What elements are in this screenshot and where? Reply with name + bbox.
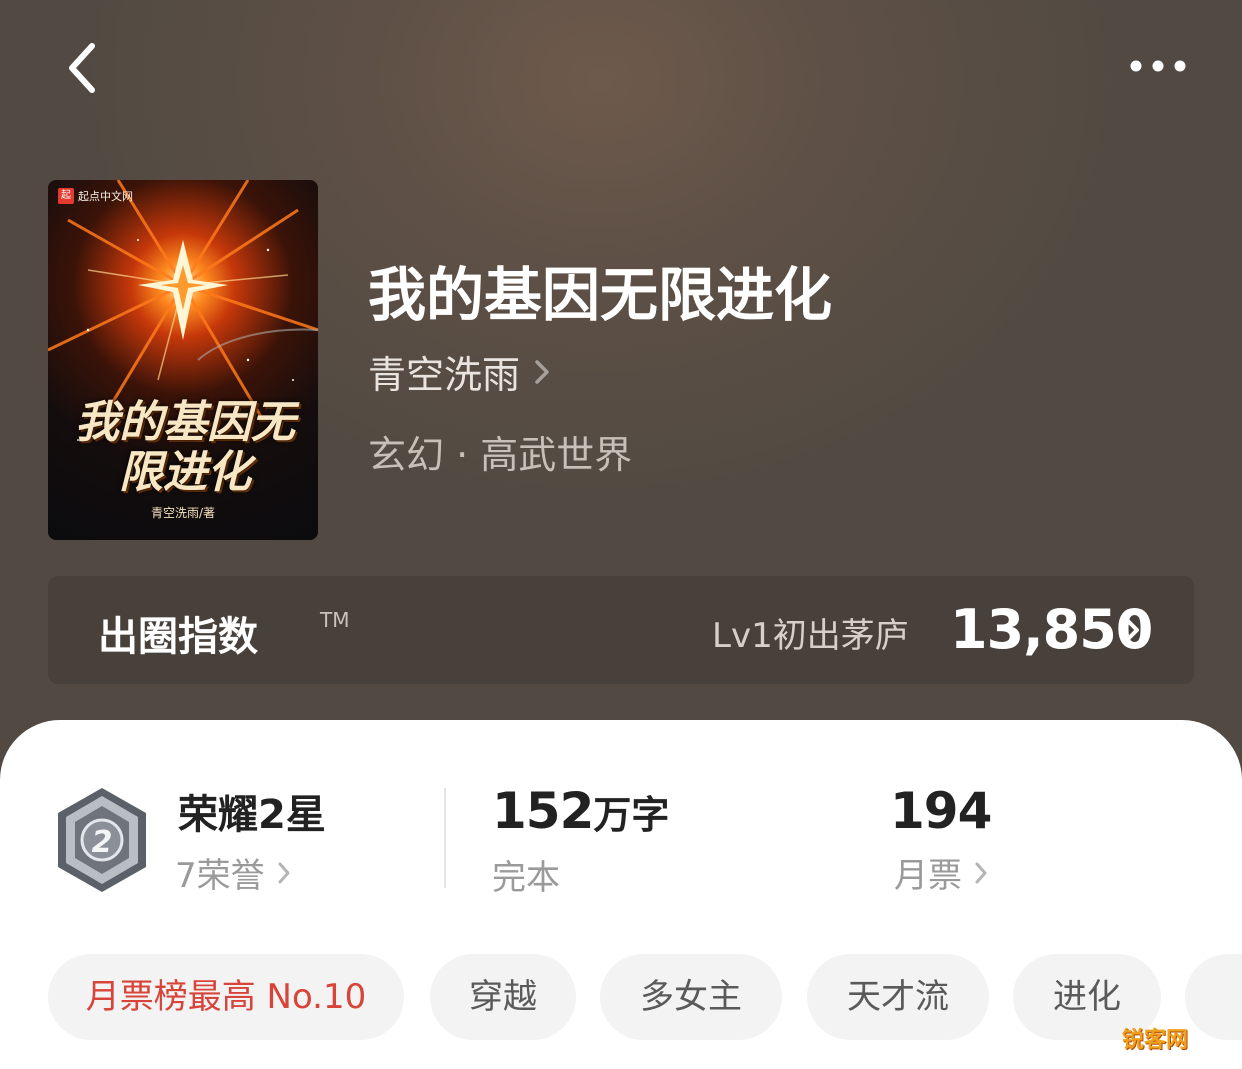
top-bar	[0, 0, 1242, 130]
more-dots-icon	[1130, 60, 1186, 72]
medal-number: 2	[92, 825, 113, 860]
cover-brand: 起 起点中文网	[58, 188, 133, 204]
cover-author: 青空洗雨/著	[150, 506, 216, 520]
author-name: 青空洗雨	[368, 353, 521, 397]
chevron-right-icon	[535, 359, 549, 384]
monthly-tickets-label: 月票	[894, 856, 962, 896]
honor-link[interactable]: 7荣誉	[175, 848, 291, 897]
word-count-number: 152	[492, 782, 594, 840]
honor-title: 荣耀2星	[178, 792, 326, 838]
stats-divider	[444, 788, 446, 888]
author-link[interactable]: 青空洗雨	[368, 344, 550, 399]
chevron-right-icon	[975, 862, 987, 883]
tag-item[interactable]: 多女主	[600, 954, 782, 1040]
monthly-tickets-count: 194	[890, 782, 992, 840]
completion-status: 完本	[492, 858, 560, 898]
monthly-tickets-link[interactable]: 月票	[894, 848, 988, 897]
trademark-mark: TM	[320, 608, 350, 632]
watermark: 锐客网	[1122, 1028, 1189, 1053]
back-chevron-icon	[69, 43, 95, 93]
index-card[interactable]: 出圈指数 TM Lv1初出茅庐 13,850	[48, 576, 1194, 684]
tag-item[interactable]: 天才流	[807, 954, 989, 1040]
medal-icon: 2	[58, 788, 146, 892]
word-count: 152万字	[492, 782, 669, 840]
cover-brand-text: 起点中文网	[78, 190, 133, 203]
tag-ranking[interactable]: 月票榜最高 No.10	[48, 954, 404, 1040]
tag-item[interactable]: 穿越	[430, 954, 576, 1040]
index-level: Lv1初出茅庐	[712, 616, 909, 656]
back-button[interactable]	[60, 38, 110, 98]
honor-count: 7荣誉	[175, 856, 265, 896]
more-button[interactable]	[1122, 48, 1194, 84]
book-title: 我的基因无限进化	[368, 261, 833, 329]
qidian-logo-icon: 起	[58, 188, 74, 204]
index-label: 出圈指数	[98, 614, 258, 660]
chevron-right-icon	[1124, 617, 1139, 643]
chevron-right-icon	[278, 862, 290, 883]
cover-title: 我的基因无限进化	[75, 397, 295, 498]
genre-label: 玄幻 · 高武世界	[368, 433, 633, 477]
book-cover[interactable]: 起 起点中文网 我的基因无限进化 青空洗雨/著	[48, 180, 318, 540]
word-count-unit: 万字	[593, 793, 670, 837]
